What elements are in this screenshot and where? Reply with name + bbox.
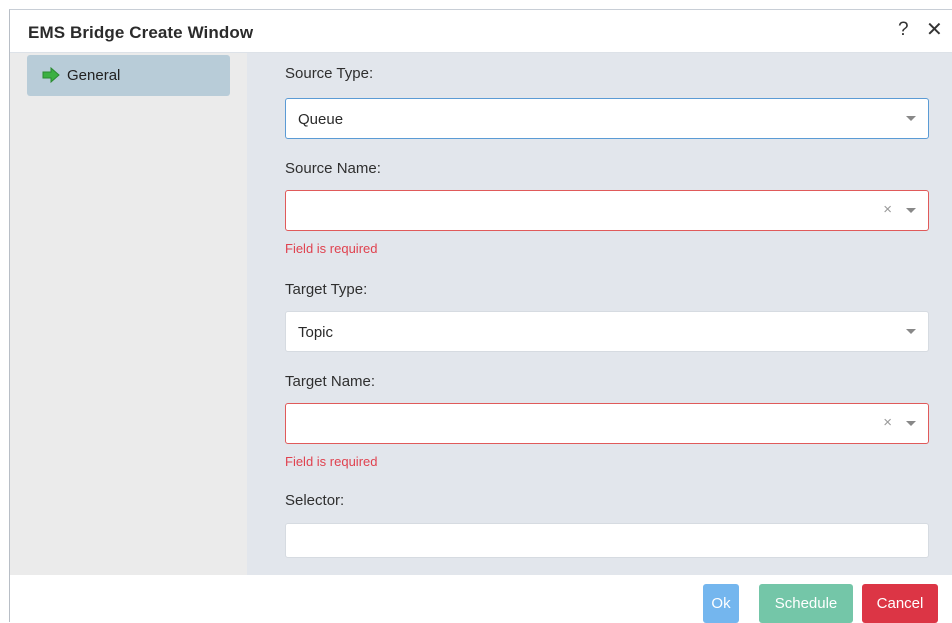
title-bar: EMS Bridge Create Window ? ✕ xyxy=(10,10,952,53)
target-type-value: Topic xyxy=(298,324,334,341)
ems-bridge-create-window: EMS Bridge Create Window ? ✕ General Sou… xyxy=(9,9,952,623)
form-panel: Source Type: Queue Source Name: × Field … xyxy=(247,53,952,575)
sidebar: General xyxy=(10,53,247,575)
dialog-footer: Ok Schedule Cancel xyxy=(10,575,952,623)
source-type-label: Source Type: xyxy=(285,65,374,82)
source-type-value: Queue xyxy=(298,111,344,128)
window-title: EMS Bridge Create Window xyxy=(28,23,254,42)
sidebar-item-label: General xyxy=(67,67,121,84)
schedule-button[interactable]: Schedule xyxy=(759,584,853,623)
selector-label: Selector: xyxy=(285,492,345,509)
arrow-right-icon xyxy=(42,66,60,84)
target-name-error: Field is required xyxy=(285,454,378,469)
chevron-down-icon[interactable] xyxy=(906,329,916,334)
sidebar-item-general[interactable]: General xyxy=(27,55,230,96)
source-name-select[interactable]: × xyxy=(285,190,929,231)
ok-button[interactable]: Ok xyxy=(703,584,739,623)
target-name-label: Target Name: xyxy=(285,373,376,390)
help-icon[interactable]: ? xyxy=(898,19,909,41)
target-type-label: Target Type: xyxy=(285,281,368,298)
source-name-label: Source Name: xyxy=(285,160,381,177)
close-icon[interactable]: ✕ xyxy=(926,19,943,41)
clear-icon[interactable]: × xyxy=(883,201,892,218)
window-body: General Source Type: Queue Source Name: … xyxy=(10,53,952,575)
target-name-select[interactable]: × xyxy=(285,403,929,444)
target-type-select[interactable]: Topic xyxy=(285,311,929,352)
selector-input[interactable] xyxy=(285,523,929,558)
chevron-down-icon[interactable] xyxy=(906,116,916,121)
source-type-select[interactable]: Queue xyxy=(285,98,929,139)
clear-icon[interactable]: × xyxy=(883,414,892,431)
chevron-down-icon[interactable] xyxy=(906,421,916,426)
source-name-error: Field is required xyxy=(285,241,378,256)
cancel-button[interactable]: Cancel xyxy=(862,584,938,623)
chevron-down-icon[interactable] xyxy=(906,208,916,213)
